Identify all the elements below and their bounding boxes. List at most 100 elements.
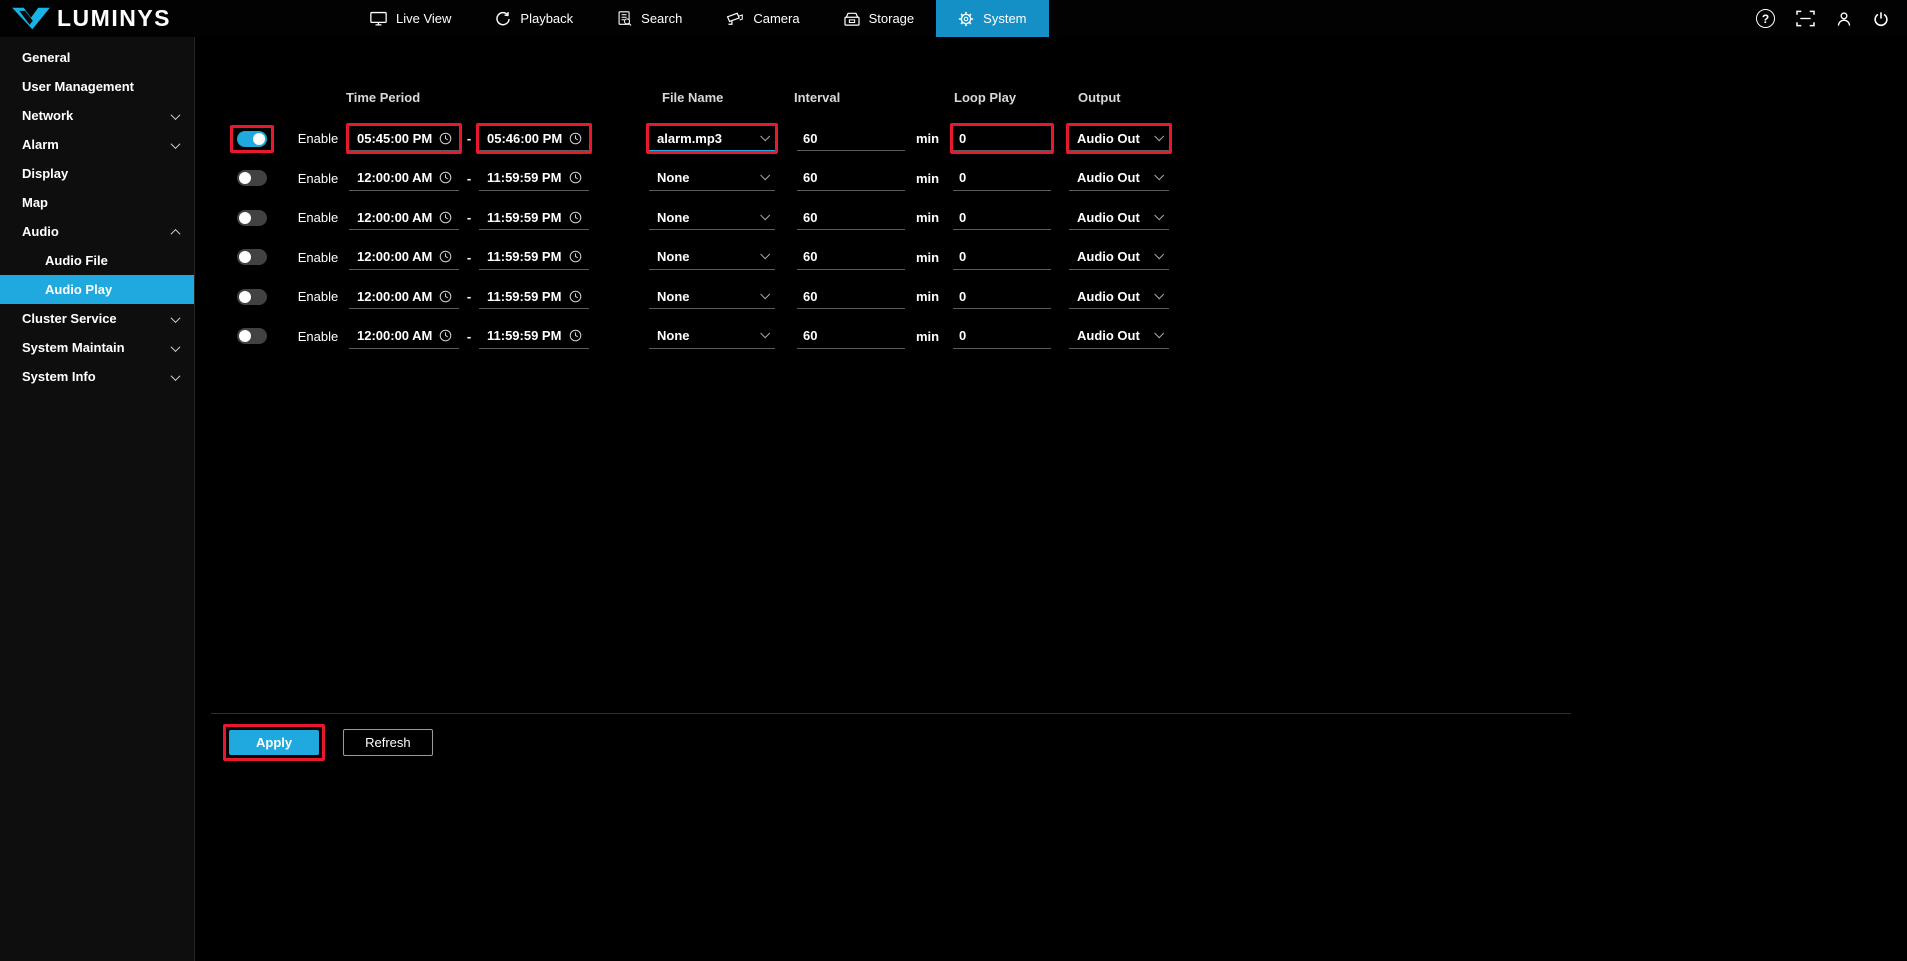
time-separator: - bbox=[462, 210, 476, 225]
min-label: min bbox=[908, 171, 950, 186]
loop-play-input[interactable]: 0 bbox=[950, 281, 1054, 312]
end-time-input[interactable]: 11:59:59 PM bbox=[476, 202, 592, 233]
output-select[interactable]: Audio Out bbox=[1066, 242, 1172, 273]
file-name-select[interactable]: alarm.mp3 bbox=[646, 123, 778, 154]
sidebar-item-audio-file[interactable]: Audio File bbox=[0, 246, 194, 275]
col-time-period: Time Period bbox=[346, 90, 462, 105]
start-time-input[interactable]: 12:00:00 AM bbox=[346, 242, 462, 273]
interval-input[interactable]: 60 bbox=[794, 321, 908, 352]
start-time-value: 12:00:00 AM bbox=[357, 249, 432, 264]
nav-playback[interactable]: Playback bbox=[473, 0, 595, 37]
enable-toggle[interactable] bbox=[237, 289, 267, 305]
min-label: min bbox=[908, 289, 950, 304]
start-time-value: 12:00:00 AM bbox=[357, 289, 432, 304]
toggle-knob bbox=[239, 330, 251, 342]
enable-toggle[interactable] bbox=[237, 170, 267, 186]
file-name-select[interactable]: None bbox=[646, 202, 778, 233]
apply-highlight: Apply bbox=[223, 724, 325, 761]
output-select[interactable]: Audio Out bbox=[1066, 321, 1172, 352]
interval-value: 60 bbox=[803, 328, 817, 343]
nav-live-view[interactable]: Live View bbox=[348, 0, 473, 37]
interval-input[interactable]: 60 bbox=[794, 202, 908, 233]
output-select[interactable]: Audio Out bbox=[1066, 202, 1172, 233]
file-name-select[interactable]: None bbox=[646, 281, 778, 312]
chevron-down-icon bbox=[1154, 171, 1164, 181]
interval-value: 60 bbox=[803, 249, 817, 264]
sidebar-item-alarm[interactable]: Alarm bbox=[0, 130, 194, 159]
enable-label: Enable bbox=[290, 210, 346, 225]
help-icon[interactable]: ? bbox=[1756, 9, 1775, 28]
sidebar-item-network[interactable]: Network bbox=[0, 101, 194, 130]
min-label: min bbox=[908, 131, 950, 146]
loop-play-value: 0 bbox=[959, 131, 966, 146]
sidebar-item-system-maintain[interactable]: System Maintain bbox=[0, 333, 194, 362]
sidebar-item-label: General bbox=[22, 50, 70, 65]
nav-storage[interactable]: Storage bbox=[822, 0, 937, 37]
output-value: Audio Out bbox=[1077, 328, 1140, 343]
file-name-select[interactable]: None bbox=[646, 163, 778, 194]
start-time-input[interactable]: 05:45:00 PM bbox=[346, 123, 462, 154]
interval-input[interactable]: 60 bbox=[794, 123, 908, 154]
loop-play-input[interactable]: 0 bbox=[950, 202, 1054, 233]
sidebar-item-cluster-service[interactable]: Cluster Service bbox=[0, 304, 194, 333]
sidebar-item-audio-play[interactable]: Audio Play bbox=[0, 275, 194, 304]
refresh-button[interactable]: Refresh bbox=[343, 729, 433, 756]
sidebar-item-system-info[interactable]: System Info bbox=[0, 362, 194, 391]
end-time-value: 11:59:59 PM bbox=[487, 328, 561, 343]
brand-logo: LUMINYS bbox=[0, 0, 232, 37]
enable-toggle[interactable] bbox=[237, 249, 267, 265]
search-document-icon bbox=[617, 11, 632, 26]
nav-system[interactable]: System bbox=[936, 0, 1048, 37]
clock-icon bbox=[569, 329, 582, 342]
sidebar-item-map[interactable]: Map bbox=[0, 188, 194, 217]
sidebar-item-display[interactable]: Display bbox=[0, 159, 194, 188]
enable-toggle[interactable] bbox=[237, 328, 267, 344]
start-time-input[interactable]: 12:00:00 AM bbox=[346, 281, 462, 312]
enable-label: Enable bbox=[290, 171, 346, 186]
sidebar-item-user-management[interactable]: User Management bbox=[0, 72, 194, 101]
sidebar-item-audio[interactable]: Audio bbox=[0, 217, 194, 246]
sidebar-item-label: Audio bbox=[22, 224, 59, 239]
chevron-down-icon bbox=[1154, 289, 1164, 299]
end-time-input[interactable]: 05:46:00 PM bbox=[476, 123, 592, 154]
time-separator: - bbox=[462, 329, 476, 344]
topbar-utility-icons: ? bbox=[1756, 0, 1907, 37]
file-name-select[interactable]: None bbox=[646, 321, 778, 352]
interval-input[interactable]: 60 bbox=[794, 281, 908, 312]
end-time-input[interactable]: 11:59:59 PM bbox=[476, 163, 592, 194]
fullscreen-icon[interactable] bbox=[1796, 10, 1815, 27]
output-select[interactable]: Audio Out bbox=[1066, 281, 1172, 312]
interval-input[interactable]: 60 bbox=[794, 242, 908, 273]
start-time-input[interactable]: 12:00:00 AM bbox=[346, 321, 462, 352]
chevron-up-icon bbox=[172, 224, 179, 239]
loop-play-input[interactable]: 0 bbox=[950, 321, 1054, 352]
audio-play-panel: Time Period File Name Interval Loop Play… bbox=[196, 37, 1907, 961]
sidebar-item-general[interactable]: General bbox=[0, 43, 194, 72]
end-time-input[interactable]: 11:59:59 PM bbox=[476, 281, 592, 312]
output-select[interactable]: Audio Out bbox=[1066, 123, 1172, 154]
user-icon[interactable] bbox=[1836, 11, 1852, 27]
power-icon[interactable] bbox=[1873, 11, 1889, 27]
loop-play-input[interactable]: 0 bbox=[950, 242, 1054, 273]
end-time-input[interactable]: 11:59:59 PM bbox=[476, 242, 592, 273]
start-time-input[interactable]: 12:00:00 AM bbox=[346, 163, 462, 194]
enable-toggle[interactable] bbox=[237, 131, 267, 147]
file-name-select[interactable]: None bbox=[646, 242, 778, 273]
nav-camera[interactable]: Camera bbox=[704, 0, 821, 37]
enable-toggle[interactable] bbox=[237, 210, 267, 226]
clock-icon bbox=[569, 132, 582, 145]
interval-value: 60 bbox=[803, 170, 817, 185]
start-time-input[interactable]: 12:00:00 AM bbox=[346, 202, 462, 233]
chevron-down-icon bbox=[172, 311, 179, 326]
clock-icon bbox=[439, 132, 452, 145]
camera-icon bbox=[726, 12, 744, 26]
min-label: min bbox=[908, 250, 950, 265]
nav-search[interactable]: Search bbox=[595, 0, 704, 37]
apply-button[interactable]: Apply bbox=[229, 730, 319, 755]
end-time-input[interactable]: 11:59:59 PM bbox=[476, 321, 592, 352]
output-select[interactable]: Audio Out bbox=[1066, 163, 1172, 194]
loop-play-input[interactable]: 0 bbox=[950, 123, 1054, 154]
chevron-down-icon bbox=[760, 250, 770, 260]
loop-play-input[interactable]: 0 bbox=[950, 163, 1054, 194]
interval-input[interactable]: 60 bbox=[794, 163, 908, 194]
